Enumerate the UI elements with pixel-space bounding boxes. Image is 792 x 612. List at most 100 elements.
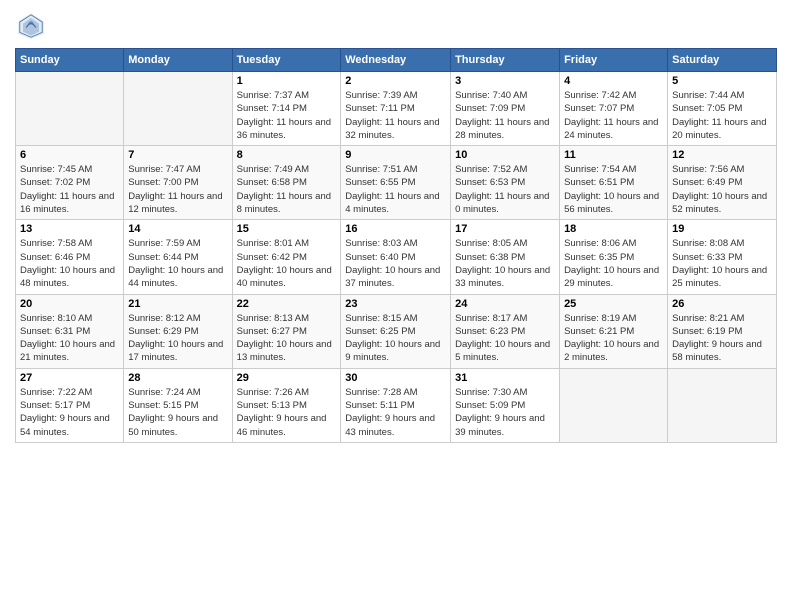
day-info: Sunrise: 8:08 AMSunset: 6:33 PMDaylight:… xyxy=(672,237,772,290)
calendar-cell: 25Sunrise: 8:19 AMSunset: 6:21 PMDayligh… xyxy=(560,294,668,368)
calendar-cell: 24 Sunrise: 8:17 AMSunset: 6:23 PMDayligh… xyxy=(451,294,560,368)
calendar-cell: 14 Sunrise: 7:59 AMSunset: 6:44 PMDayligh… xyxy=(124,220,232,294)
day-info: Sunrise: 7:45 AMSunset: 7:02 PMDaylight:… xyxy=(20,163,119,216)
calendar-cell: 18 Sunrise: 8:06 AMSunset: 6:35 PMDayligh… xyxy=(560,220,668,294)
day-number: 17 xyxy=(455,223,555,235)
day-info: Sunrise: 8:17 AMSunset: 6:23 PMDaylight:… xyxy=(455,312,555,365)
calendar-cell: 8 Sunrise: 7:49 AMSunset: 6:58 PMDaylight… xyxy=(232,146,341,220)
calendar-header-friday: Friday xyxy=(560,49,668,72)
day-number: 11 xyxy=(564,149,663,161)
day-info: Sunrise: 7:44 AMSunset: 7:05 PMDaylight:… xyxy=(672,89,772,142)
day-number: 13 xyxy=(20,223,119,235)
calendar-cell: 9 Sunrise: 7:51 AMSunset: 6:55 PMDaylight… xyxy=(341,146,451,220)
day-number: 19 xyxy=(672,223,772,235)
calendar-cell: 17 Sunrise: 8:05 AMSunset: 6:38 PMDayligh… xyxy=(451,220,560,294)
day-number: 6 xyxy=(20,149,119,161)
day-info: Sunrise: 8:21 AMSunset: 6:19 PMDaylight:… xyxy=(672,312,772,365)
day-info: Sunrise: 7:40 AMSunset: 7:09 PMDaylight:… xyxy=(455,89,555,142)
day-info: Sunrise: 8:06 AMSunset: 6:35 PMDaylight:… xyxy=(564,237,663,290)
calendar-cell: 29 Sunrise: 7:26 AMSunset: 5:13 PMDayligh… xyxy=(232,368,341,442)
day-number: 16 xyxy=(345,223,446,235)
day-number: 15 xyxy=(237,223,337,235)
calendar-header-row: SundayMondayTuesdayWednesdayThursdayFrid… xyxy=(16,49,777,72)
day-number: 8 xyxy=(237,149,337,161)
day-info: Sunrise: 7:51 AMSunset: 6:55 PMDaylight:… xyxy=(345,163,446,216)
calendar: SundayMondayTuesdayWednesdayThursdayFrid… xyxy=(15,48,777,443)
day-number: 27 xyxy=(20,372,119,384)
day-number: 25 xyxy=(564,298,663,310)
calendar-cell xyxy=(560,368,668,442)
page: SundayMondayTuesdayWednesdayThursdayFrid… xyxy=(0,0,792,453)
day-number: 3 xyxy=(455,75,555,87)
calendar-cell: 2Sunrise: 7:39 AMSunset: 7:11 PMDaylight… xyxy=(341,72,451,146)
day-info: Sunrise: 8:13 AMSunset: 6:27 PMDaylight:… xyxy=(237,312,337,365)
calendar-header-monday: Monday xyxy=(124,49,232,72)
calendar-cell: 20 Sunrise: 8:10 AMSunset: 6:31 PMDayligh… xyxy=(16,294,124,368)
calendar-cell: 6 Sunrise: 7:45 AMSunset: 7:02 PMDaylight… xyxy=(16,146,124,220)
day-info: Sunrise: 7:58 AMSunset: 6:46 PMDaylight:… xyxy=(20,237,119,290)
day-number: 22 xyxy=(237,298,337,310)
day-info: Sunrise: 7:49 AMSunset: 6:58 PMDaylight:… xyxy=(237,163,337,216)
calendar-header-tuesday: Tuesday xyxy=(232,49,341,72)
calendar-cell xyxy=(668,368,777,442)
day-info: Sunrise: 7:26 AMSunset: 5:13 PMDaylight:… xyxy=(237,386,337,439)
calendar-week-2: 13 Sunrise: 7:58 AMSunset: 6:46 PMDayligh… xyxy=(16,220,777,294)
calendar-cell: 15Sunrise: 8:01 AMSunset: 6:42 PMDayligh… xyxy=(232,220,341,294)
calendar-cell xyxy=(16,72,124,146)
calendar-cell: 23Sunrise: 8:15 AMSunset: 6:25 PMDayligh… xyxy=(341,294,451,368)
calendar-cell: 13 Sunrise: 7:58 AMSunset: 6:46 PMDayligh… xyxy=(16,220,124,294)
day-info: Sunrise: 7:52 AMSunset: 6:53 PMDaylight:… xyxy=(455,163,555,216)
day-info: Sunrise: 8:03 AMSunset: 6:40 PMDaylight:… xyxy=(345,237,446,290)
day-number: 18 xyxy=(564,223,663,235)
day-number: 31 xyxy=(455,372,555,384)
day-info: Sunrise: 7:54 AMSunset: 6:51 PMDaylight:… xyxy=(564,163,663,216)
calendar-cell: 30Sunrise: 7:28 AMSunset: 5:11 PMDayligh… xyxy=(341,368,451,442)
day-number: 28 xyxy=(128,372,227,384)
header xyxy=(15,10,777,42)
day-info: Sunrise: 8:12 AMSunset: 6:29 PMDaylight:… xyxy=(128,312,227,365)
calendar-cell: 16 Sunrise: 8:03 AMSunset: 6:40 PMDayligh… xyxy=(341,220,451,294)
calendar-header-wednesday: Wednesday xyxy=(341,49,451,72)
calendar-header-thursday: Thursday xyxy=(451,49,560,72)
calendar-header-saturday: Saturday xyxy=(668,49,777,72)
day-number: 24 xyxy=(455,298,555,310)
day-info: Sunrise: 8:15 AMSunset: 6:25 PMDaylight:… xyxy=(345,312,446,365)
calendar-cell: 1Sunrise: 7:37 AMSunset: 7:14 PMDaylight… xyxy=(232,72,341,146)
day-number: 20 xyxy=(20,298,119,310)
day-number: 9 xyxy=(345,149,446,161)
day-info: Sunrise: 8:05 AMSunset: 6:38 PMDaylight:… xyxy=(455,237,555,290)
calendar-cell: 19 Sunrise: 8:08 AMSunset: 6:33 PMDayligh… xyxy=(668,220,777,294)
calendar-header-sunday: Sunday xyxy=(16,49,124,72)
logo xyxy=(15,10,51,42)
calendar-cell: 21 Sunrise: 8:12 AMSunset: 6:29 PMDayligh… xyxy=(124,294,232,368)
calendar-cell: 12 Sunrise: 7:56 AMSunset: 6:49 PMDayligh… xyxy=(668,146,777,220)
calendar-cell: 7Sunrise: 7:47 AMSunset: 7:00 PMDaylight… xyxy=(124,146,232,220)
day-info: Sunrise: 7:30 AMSunset: 5:09 PMDaylight:… xyxy=(455,386,555,439)
calendar-week-4: 27 Sunrise: 7:22 AMSunset: 5:17 PMDayligh… xyxy=(16,368,777,442)
calendar-week-0: 1Sunrise: 7:37 AMSunset: 7:14 PMDaylight… xyxy=(16,72,777,146)
day-number: 14 xyxy=(128,223,227,235)
day-info: Sunrise: 7:59 AMSunset: 6:44 PMDaylight:… xyxy=(128,237,227,290)
calendar-week-1: 6 Sunrise: 7:45 AMSunset: 7:02 PMDaylight… xyxy=(16,146,777,220)
day-number: 1 xyxy=(237,75,337,87)
day-number: 5 xyxy=(672,75,772,87)
calendar-cell: 4 Sunrise: 7:42 AMSunset: 7:07 PMDaylight… xyxy=(560,72,668,146)
calendar-week-3: 20 Sunrise: 8:10 AMSunset: 6:31 PMDayligh… xyxy=(16,294,777,368)
day-info: Sunrise: 8:10 AMSunset: 6:31 PMDaylight:… xyxy=(20,312,119,365)
day-info: Sunrise: 7:28 AMSunset: 5:11 PMDaylight:… xyxy=(345,386,446,439)
calendar-cell: 31 Sunrise: 7:30 AMSunset: 5:09 PMDayligh… xyxy=(451,368,560,442)
logo-icon xyxy=(15,10,47,42)
day-number: 7 xyxy=(128,149,227,161)
calendar-cell: 26Sunrise: 8:21 AMSunset: 6:19 PMDayligh… xyxy=(668,294,777,368)
day-info: Sunrise: 7:56 AMSunset: 6:49 PMDaylight:… xyxy=(672,163,772,216)
calendar-cell: 27 Sunrise: 7:22 AMSunset: 5:17 PMDayligh… xyxy=(16,368,124,442)
day-info: Sunrise: 7:24 AMSunset: 5:15 PMDaylight:… xyxy=(128,386,227,439)
day-number: 21 xyxy=(128,298,227,310)
day-number: 4 xyxy=(564,75,663,87)
day-info: Sunrise: 7:42 AMSunset: 7:07 PMDaylight:… xyxy=(564,89,663,142)
calendar-cell: 3 Sunrise: 7:40 AMSunset: 7:09 PMDaylight… xyxy=(451,72,560,146)
day-number: 2 xyxy=(345,75,446,87)
day-number: 12 xyxy=(672,149,772,161)
day-number: 29 xyxy=(237,372,337,384)
day-info: Sunrise: 7:22 AMSunset: 5:17 PMDaylight:… xyxy=(20,386,119,439)
